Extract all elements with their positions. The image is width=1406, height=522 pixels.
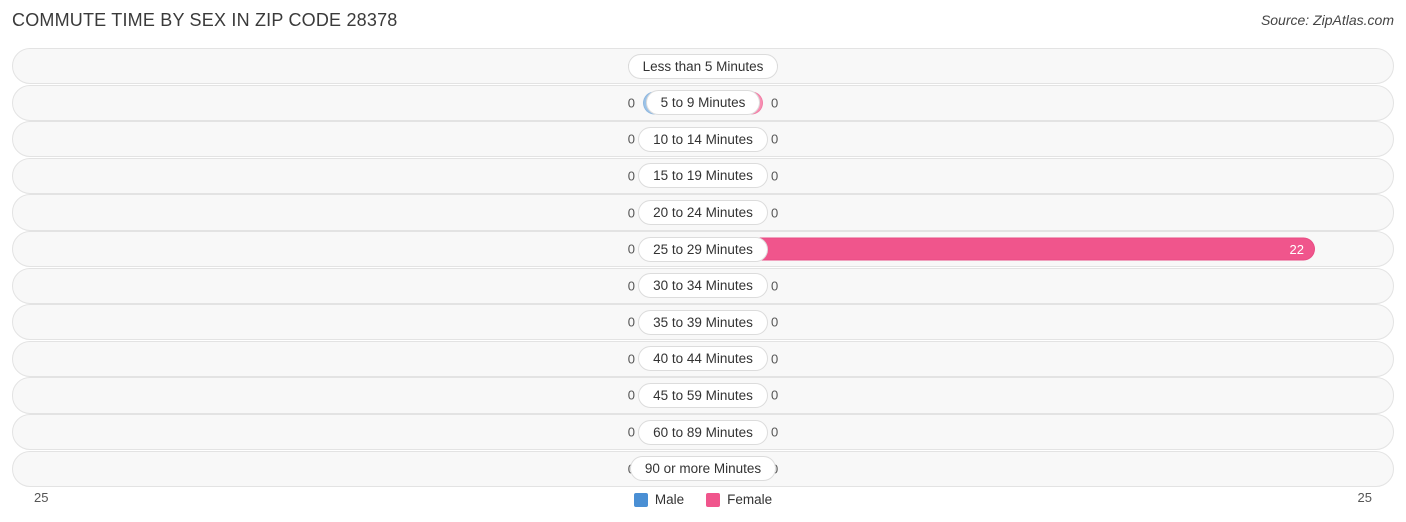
female-value-label: 22: [1289, 241, 1304, 257]
table-row[interactable]: 0090 or more Minutes: [12, 450, 1394, 487]
female-value-label: 0: [771, 387, 779, 403]
row-content: 0 0 30 to 34 Minutes: [13, 269, 1393, 303]
table-row[interactable]: 0 0 10 to 14 Minutes: [12, 121, 1394, 158]
table-row[interactable]: 0 0 20 to 24 Minutes: [12, 194, 1394, 231]
category-label: 45 to 59 Minutes: [638, 382, 768, 408]
row-content: 0 0 35 to 39 Minutes: [13, 305, 1393, 339]
chart-container: COMMUTE TIME BY SEX IN ZIP CODE 28378 So…: [0, 0, 1406, 522]
male-value-label: 0: [627, 278, 635, 294]
row-content: 0 0 40 to 44 Minutes: [13, 342, 1393, 376]
category-label: 90 or more Minutes: [629, 456, 777, 482]
table-row[interactable]: 0 0 15 to 19 Minutes: [12, 157, 1394, 195]
category-label: 30 to 34 Minutes: [638, 273, 768, 299]
table-row[interactable]: 0 0 30 to 34 Minutes: [12, 267, 1394, 304]
source-attribution: Source: ZipAtlas.com: [1260, 12, 1394, 28]
male-value-label: 0: [627, 131, 635, 147]
male-value-label: 0: [627, 205, 635, 221]
row-content: 0 0 15 to 19 Minutes: [13, 159, 1393, 193]
female-value-label: 0: [771, 205, 779, 221]
chart-legend: Male Female: [12, 492, 1394, 507]
category-label: Less than 5 Minutes: [627, 53, 779, 79]
table-row[interactable]: 0 0 5 to 9 Minutes: [12, 84, 1394, 121]
male-value-label: 0: [627, 168, 635, 184]
female-value-label: 0: [771, 131, 779, 147]
page-title: COMMUTE TIME BY SEX IN ZIP CODE 28378: [12, 10, 398, 30]
category-label: 60 to 89 Minutes: [638, 419, 768, 445]
table-row[interactable]: 0 0 35 to 39 Minutes: [12, 304, 1394, 341]
row-content: 0 0 60 to 89 Minutes: [13, 415, 1393, 449]
female-value-label: 0: [771, 278, 779, 294]
category-label: 40 to 44 Minutes: [638, 346, 768, 372]
female-bar[interactable]: 22: [703, 237, 1315, 261]
female-value-label: 0: [771, 168, 779, 184]
legend-item-male[interactable]: Male: [633, 492, 685, 507]
row-content: 0 0 5 to 9 Minutes: [13, 86, 1393, 120]
category-label: 20 to 24 Minutes: [638, 200, 768, 226]
category-label: 35 to 39 Minutes: [638, 309, 768, 335]
category-label: 10 to 14 Minutes: [638, 126, 768, 152]
chart-rows: 00Less than 5 Minutes005 to 9 Minutes001…: [12, 48, 1394, 487]
female-value-label: 0: [771, 314, 779, 330]
male-value-label: 0: [627, 241, 635, 257]
female-bar-group: 22: [703, 237, 1315, 261]
female-value-label: 0: [771, 351, 779, 367]
row-content: 0 0 45 to 59 Minutes: [13, 378, 1393, 412]
table-row[interactable]: 0 0 45 to 59 Minutes: [12, 377, 1394, 414]
table-row[interactable]: 0 22 25 to 29 Minutes: [12, 230, 1394, 268]
female-value-label: 0: [771, 95, 779, 111]
male-value-label: 0: [627, 424, 635, 440]
male-value-label: 0: [627, 95, 635, 111]
male-value-label: 0: [627, 351, 635, 367]
category-label: 15 to 19 Minutes: [638, 163, 768, 189]
table-row[interactable]: 00Less than 5 Minutes: [12, 48, 1394, 85]
row-content: 00Less than 5 Minutes: [13, 49, 1393, 83]
row-content: 0090 or more Minutes: [13, 452, 1393, 486]
legend-label-male: Male: [654, 492, 685, 507]
legend-swatch-female-icon: [706, 492, 721, 507]
row-content: 0 0 20 to 24 Minutes: [13, 195, 1393, 229]
category-label: 5 to 9 Minutes: [645, 90, 761, 116]
male-value-label: 0: [627, 387, 635, 403]
chart-footer: 25 25 Male Female: [12, 490, 1394, 516]
table-row[interactable]: 0 0 40 to 44 Minutes: [12, 340, 1394, 378]
table-row[interactable]: 0 0 60 to 89 Minutes: [12, 413, 1394, 451]
female-value-label: 0: [771, 424, 779, 440]
legend-label-female: Female: [727, 492, 773, 507]
legend-item-female[interactable]: Female: [706, 492, 772, 507]
row-content: 0 22 25 to 29 Minutes: [13, 232, 1393, 266]
category-label: 25 to 29 Minutes: [638, 236, 768, 262]
row-content: 0 0 10 to 14 Minutes: [13, 122, 1393, 156]
legend-swatch-male-icon: [633, 492, 648, 507]
chart-header: COMMUTE TIME BY SEX IN ZIP CODE 28378 So…: [0, 0, 1406, 44]
male-value-label: 0: [627, 314, 635, 330]
